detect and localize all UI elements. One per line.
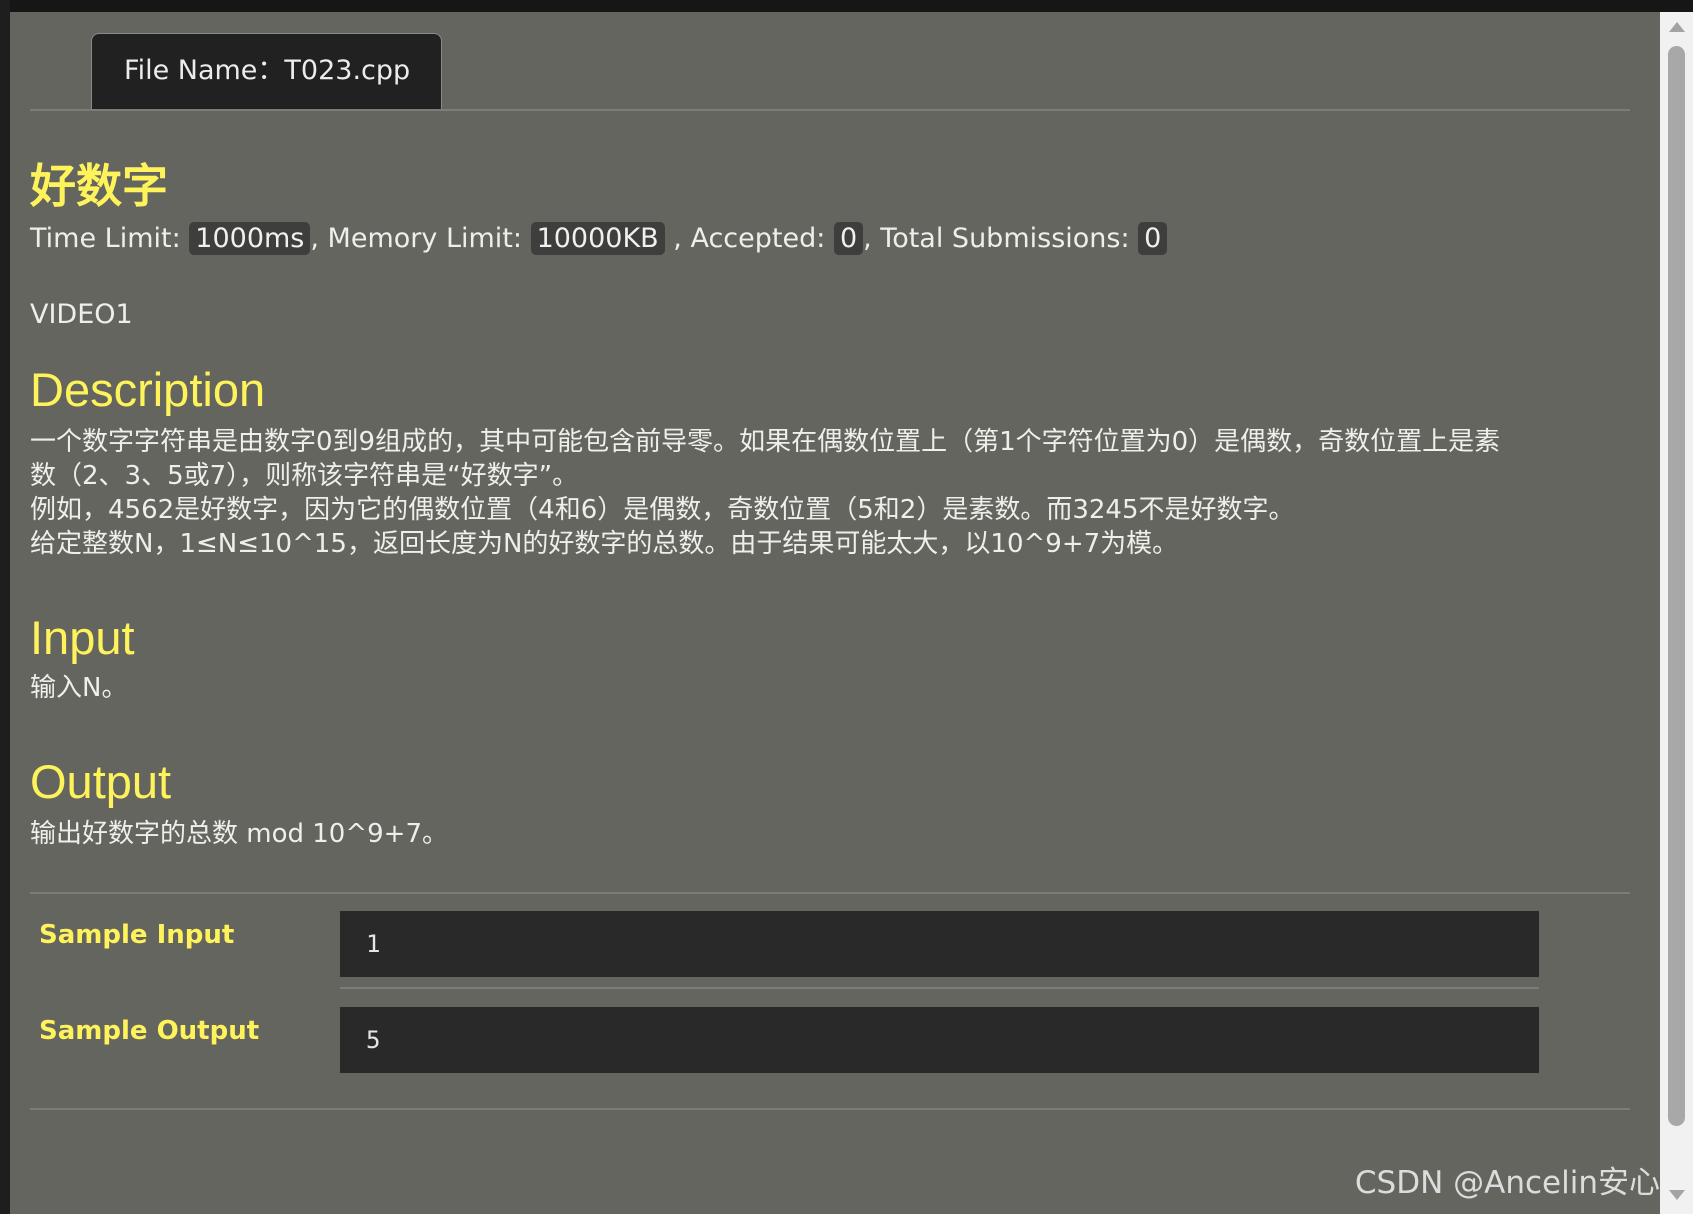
sample-output-box[interactable]: 5 <box>340 1007 1539 1073</box>
tab-divider <box>30 109 1630 111</box>
csdn-watermark: CSDN @Ancelin安心 <box>1354 1165 1660 1201</box>
window-top-edge <box>0 0 1693 12</box>
accepted-label: , Accepted: <box>673 223 826 254</box>
sample-input-label: Sample Input <box>39 920 235 950</box>
problem-limits: Time Limit: 1000ms, Memory Limit: 10000K… <box>30 221 1168 257</box>
memory-limit-value: 10000KB <box>530 222 665 255</box>
input-text: 输入N。 <box>30 673 128 703</box>
scroll-up-arrow-icon[interactable] <box>1669 22 1685 32</box>
scroll-down-arrow-icon[interactable] <box>1669 1190 1685 1200</box>
problem-title: 好数字 <box>30 159 168 213</box>
accepted-value: 0 <box>833 222 864 255</box>
samples-divider <box>340 987 1539 989</box>
total-submissions-label: , Total Submissions: <box>863 223 1130 254</box>
file-name-tab[interactable]: File Name：T023.cpp <box>91 33 442 109</box>
description-line-3: 例如，4562是好数字，因为它的偶数位置（4和6）是偶数，奇数位置（5和2）是素… <box>30 495 1295 525</box>
samples-top-divider <box>30 892 1630 894</box>
description-line-4: 给定整数N，1≤N≤10^15，返回长度为N的好数字的总数。由于结果可能太大，以… <box>30 529 1179 559</box>
samples-bottom-divider <box>30 1108 1630 1110</box>
total-submissions-value: 0 <box>1138 222 1168 255</box>
output-heading: Output <box>30 755 172 808</box>
sample-output-label: Sample Output <box>39 1016 260 1046</box>
description-line-1: 一个数字字符串是由数字0到9组成的，其中可能包含前导零。如果在偶数位置上（第1个… <box>30 427 1501 457</box>
description-line-2: 数（2、3、5或7），则称该字符串是“好数字”。 <box>30 461 579 491</box>
description-heading: Description <box>30 363 266 416</box>
sample-input-box[interactable]: 1 <box>340 911 1539 977</box>
time-limit-label: Time Limit: <box>30 223 181 254</box>
problem-source: VIDEO1 <box>30 299 133 330</box>
scroll-thumb[interactable] <box>1668 46 1685 1126</box>
input-heading: Input <box>30 611 135 664</box>
time-limit-value: 1000ms <box>189 222 311 255</box>
memory-limit-label: , Memory Limit: <box>310 223 522 254</box>
problem-page: File Name：T023.cpp 好数字 Time Limit: 1000m… <box>10 12 1660 1214</box>
output-text: 输出好数字的总数 mod 10^9+7。 <box>30 819 449 849</box>
vertical-scrollbar[interactable] <box>1660 12 1693 1214</box>
window-left-edge <box>0 0 10 1214</box>
